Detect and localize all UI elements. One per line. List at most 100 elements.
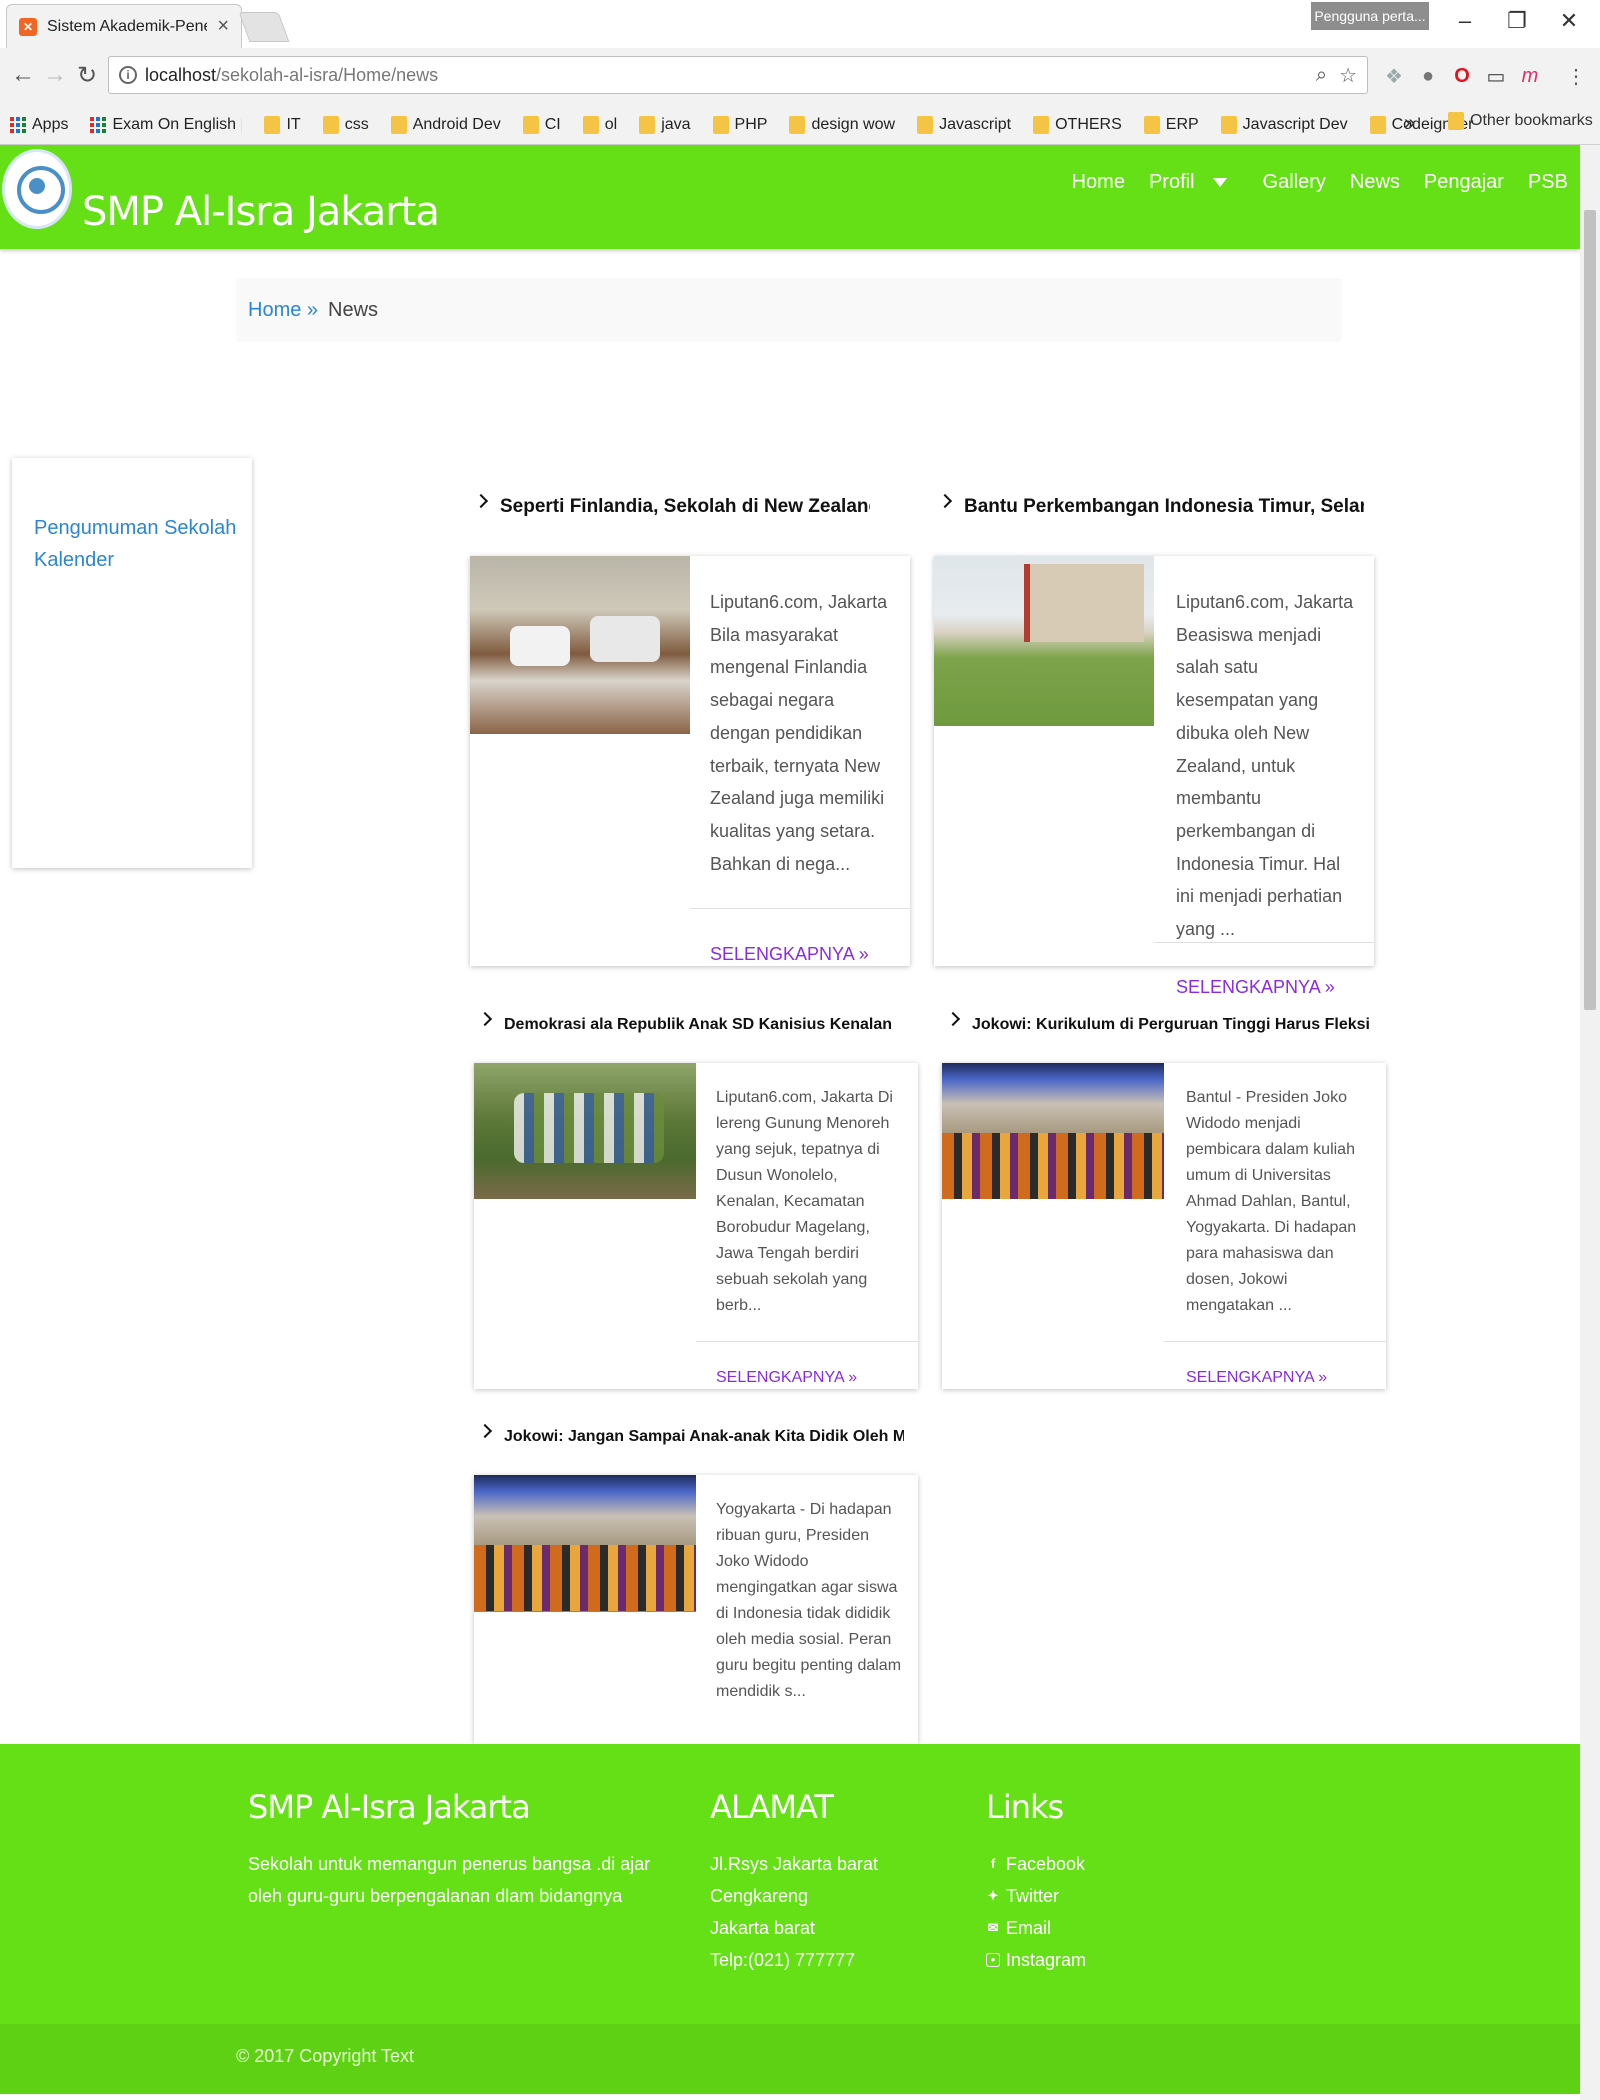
footer-link-instagram[interactable]: ● Instagram [986, 1944, 1086, 1976]
news-image-2[interactable] [934, 556, 1154, 726]
folder-icon [1143, 116, 1160, 134]
bookmark-label: Javascript Dev [1242, 116, 1348, 133]
tab-close-icon[interactable]: × [217, 15, 229, 38]
dropbox-extension-icon[interactable]: ❖ [1380, 62, 1408, 90]
news-image-1[interactable] [470, 556, 690, 734]
bookmark-item[interactable]: design wow [789, 116, 895, 134]
cast-extension-icon[interactable]: ▭ [1482, 62, 1510, 90]
browser-tab[interactable]: ✕ Sistem Akademik-Peneri × [6, 4, 242, 48]
sidebar-link-pengumuman[interactable]: Pengumuman Sekolah [34, 512, 252, 544]
forward-icon[interactable]: → [40, 60, 70, 90]
school-logo[interactable] [2, 149, 72, 229]
news-title[interactable]: Seperti Finlandia, Sekolah di New Zealan… [500, 496, 870, 518]
folder-icon [1033, 116, 1050, 134]
bookmark-label: ERP [1165, 116, 1199, 133]
nav-pengajar[interactable]: Pengajar [1424, 171, 1504, 194]
footer-link-email[interactable]: ✉ Email [986, 1912, 1086, 1944]
bookmark-item[interactable]: java [639, 116, 691, 134]
info-icon[interactable]: i [119, 66, 137, 84]
news-excerpt: Yogyakarta - Di hadapan ribuan guru, Pre… [716, 1501, 902, 1700]
news-image-3[interactable] [474, 1063, 696, 1199]
shield-extension-icon[interactable]: ● [1414, 62, 1442, 90]
bookmark-label: css [344, 116, 369, 133]
bookmark-item[interactable]: ol [582, 116, 617, 134]
folder-icon [390, 116, 407, 134]
sidebar-link-kalender[interactable]: Kalender [34, 544, 252, 576]
new-tab-button[interactable] [238, 12, 290, 42]
read-more-link[interactable]: SELENGKAPNYA » [1176, 977, 1335, 998]
nav-gallery[interactable]: Gallery [1263, 171, 1326, 194]
news-title[interactable]: Bantu Perkembangan Indonesia Timur, Sela… [964, 496, 1364, 518]
divider [1164, 1341, 1386, 1342]
news-image-5[interactable] [474, 1475, 696, 1612]
menu-icon[interactable]: ⋮ [1562, 62, 1590, 90]
bookmark-item[interactable]: IT [264, 116, 301, 134]
news-title[interactable]: Demokrasi ala Republik Anak SD Kanisius … [504, 1016, 904, 1034]
news-item-4-heading[interactable]: Jokowi: Kurikulum di Perguruan Tinggi Ha… [945, 1011, 1372, 1034]
nav-psb[interactable]: PSB [1528, 171, 1568, 194]
reload-icon[interactable]: ↻ [72, 60, 102, 90]
profile-badge[interactable]: Pengguna perta... [1311, 2, 1429, 30]
address-phone: Telp:(021) 777777 [710, 1950, 856, 1970]
breadcrumb-home[interactable]: Home » [248, 299, 318, 322]
bookmarks-more-icon[interactable]: » [1404, 112, 1415, 135]
scrollbar-thumb[interactable] [1584, 210, 1596, 1010]
bookmark-item[interactable]: CI [522, 116, 561, 134]
other-bookmarks[interactable]: Other bookmarks [1448, 112, 1593, 130]
news-item-2-heading[interactable]: Bantu Perkembangan Indonesia Timur, Sela… [937, 493, 1364, 518]
news-item-5-heading[interactable]: Jokowi: Jangan Sampai Anak-anak Kita Did… [477, 1423, 904, 1446]
folder-icon [639, 116, 656, 134]
breadcrumb: Home » News [236, 278, 1342, 342]
url-text[interactable]: localhost/sekolah-al-isra/Home/news [145, 65, 1304, 86]
nav-profil: Profil [1148, 171, 1195, 193]
bookmark-item[interactable]: css [322, 116, 369, 134]
folder-icon [1369, 116, 1386, 134]
back-icon[interactable]: ← [8, 60, 38, 90]
bookmark-star-icon[interactable]: ☆ [1339, 63, 1357, 88]
url-path: /sekolah-al-isra/Home/news [216, 64, 439, 85]
news-item-1-heading[interactable]: Seperti Finlandia, Sekolah di New Zealan… [473, 493, 870, 518]
mail-extension-icon[interactable]: m [1516, 62, 1544, 90]
read-more-link[interactable]: SELENGKAPNYA » [716, 1369, 857, 1387]
envelope-icon: ✉ [987, 1920, 999, 1935]
bookmark-item[interactable]: ERP [1143, 116, 1199, 134]
footer-link-facebook[interactable]: f Facebook [986, 1848, 1086, 1880]
news-title[interactable]: Jokowi: Kurikulum di Perguruan Tinggi Ha… [972, 1016, 1372, 1034]
news-excerpt: Liputan6.com, Jakarta Bila masyarakat me… [710, 592, 888, 874]
restore-icon[interactable]: ❐ [1492, 6, 1542, 36]
bookmark-item[interactable]: OTHERS [1033, 116, 1122, 134]
chevron-right-icon [477, 1011, 493, 1027]
bookmark-item[interactable]: Javascript Dev [1220, 116, 1348, 134]
close-window-icon[interactable]: ✕ [1544, 6, 1594, 36]
main-nav: Home Profil Gallery News Pengajar PSB [1072, 171, 1568, 194]
bookmark-item[interactable]: Android Dev [390, 116, 501, 134]
url-host: localhost [145, 64, 217, 85]
nav-home[interactable]: Home [1072, 171, 1125, 194]
minimize-icon[interactable]: – [1440, 6, 1490, 36]
news-title[interactable]: Jokowi: Jangan Sampai Anak-anak Kita Did… [504, 1428, 904, 1446]
bookmarks-bar: Apps Exam On English | ne IT css Android Dev… [0, 106, 1600, 144]
site-brand[interactable]: SMP Al-Isra Jakarta [82, 189, 440, 235]
bookmark-label: Javascript [939, 116, 1012, 133]
bookmark-item[interactable]: PHP [712, 116, 767, 134]
footer-about-text: Sekolah untuk memangun penerus bangsa .d… [248, 1854, 651, 1906]
bookmark-item[interactable]: Exam On English | ne [90, 116, 242, 134]
address-bar[interactable]: i localhost/sekolah-al-isra/Home/news ⌕ … [108, 56, 1368, 94]
bookmark-item[interactable]: Javascript [917, 116, 1011, 134]
opera-extension-icon[interactable]: O [1448, 62, 1476, 90]
nav-profil-dropdown[interactable]: Profil [1149, 171, 1239, 194]
folder-icon [789, 116, 806, 134]
caret-down-icon [1212, 178, 1227, 187]
bookmark-item[interactable]: Apps [10, 116, 68, 134]
chevron-right-icon [937, 493, 953, 509]
footer-address-heading: ALAMAT [710, 1788, 834, 1826]
divider [696, 1341, 918, 1342]
footer-link-twitter[interactable]: ✦ Twitter [986, 1880, 1086, 1912]
read-more-link[interactable]: SELENGKAPNYA » [1186, 1369, 1327, 1387]
news-item-3-heading[interactable]: Demokrasi ala Republik Anak SD Kanisius … [477, 1011, 904, 1034]
news-card-5: Yogyakarta - Di hadapan ribuan guru, Pre… [474, 1475, 918, 1744]
news-image-4[interactable] [942, 1063, 1164, 1199]
zoom-icon[interactable]: ⌕ [1316, 64, 1327, 87]
read-more-link[interactable]: SELENGKAPNYA » [710, 944, 869, 965]
nav-news[interactable]: News [1350, 171, 1400, 194]
